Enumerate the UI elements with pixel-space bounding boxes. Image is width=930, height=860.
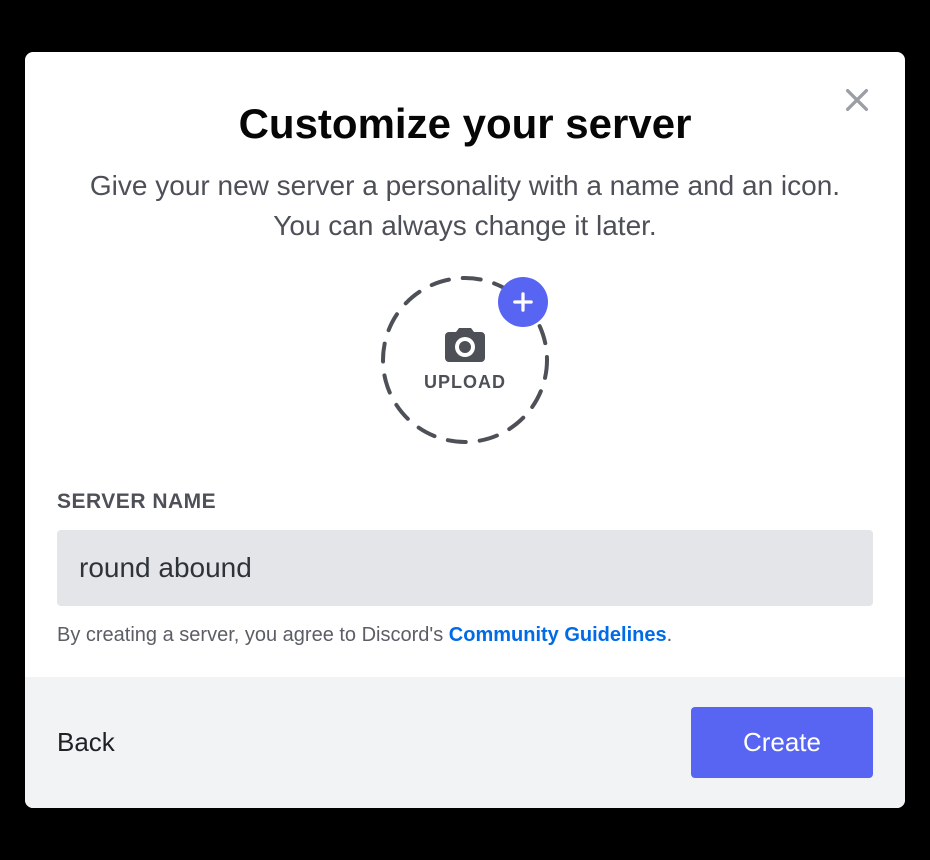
close-icon xyxy=(841,84,873,116)
modal-title: Customize your server xyxy=(57,100,873,148)
plus-icon xyxy=(509,288,537,316)
modal-footer: Back Create xyxy=(25,677,905,808)
server-name-label: SERVER NAME xyxy=(57,490,873,514)
server-name-input[interactable] xyxy=(57,530,873,606)
community-guidelines-link[interactable]: Community Guidelines xyxy=(449,624,667,646)
back-button[interactable]: Back xyxy=(57,727,115,758)
upload-label: UPLOAD xyxy=(424,372,506,393)
plus-badge xyxy=(498,277,548,327)
modal-subtitle: Give your new server a personality with … xyxy=(75,166,855,244)
consent-suffix: . xyxy=(667,624,673,646)
upload-button[interactable]: UPLOAD xyxy=(380,275,550,445)
customize-server-modal: Customize your server Give your new serv… xyxy=(25,52,905,807)
consent-text: By creating a server, you agree to Disco… xyxy=(57,624,873,647)
camera-icon xyxy=(441,326,489,366)
upload-area: UPLOAD xyxy=(57,275,873,445)
modal-body: Customize your server Give your new serv… xyxy=(25,52,905,676)
create-button[interactable]: Create xyxy=(691,707,873,778)
consent-prefix: By creating a server, you agree to Disco… xyxy=(57,624,449,646)
close-button[interactable] xyxy=(837,80,877,120)
